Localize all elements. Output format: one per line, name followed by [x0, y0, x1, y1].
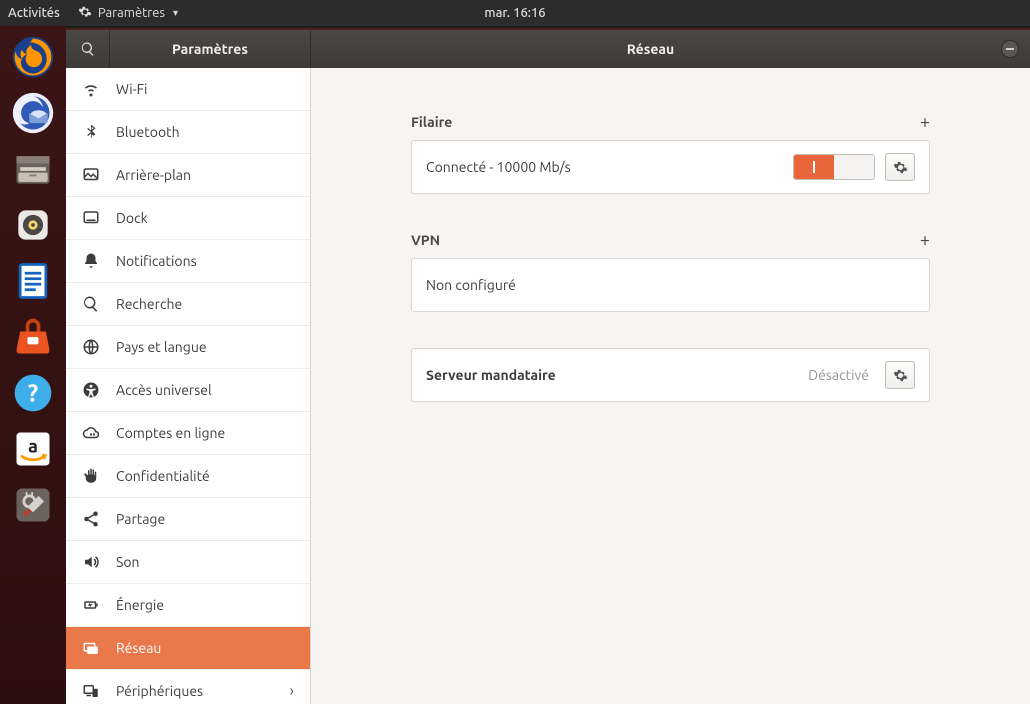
- add-vpn-button[interactable]: +: [920, 230, 930, 250]
- sidebar-item-label: Périphériques: [116, 683, 274, 699]
- devices-icon: [82, 682, 100, 700]
- proxy-card: Serveur mandataire Désactivé: [411, 348, 930, 402]
- sidebar-item-label: Énergie: [116, 597, 294, 613]
- search-icon: [80, 41, 96, 57]
- proxy-row: Serveur mandataire Désactivé: [412, 349, 929, 401]
- wired-status: Connecté - 10000 Mb/s: [426, 159, 783, 175]
- sidebar-search-button[interactable]: [66, 30, 110, 68]
- proxy-label: Serveur mandataire: [426, 367, 798, 383]
- dock-icon: [82, 209, 100, 227]
- bluetooth-icon: [82, 123, 100, 141]
- sidebar-item-notifications[interactable]: Notifications: [66, 240, 310, 283]
- wired-section-header: Filaire +: [411, 112, 930, 132]
- launcher-writer[interactable]: [8, 256, 58, 306]
- cloud-icon: [82, 424, 100, 442]
- proxy-status: Désactivé: [808, 367, 869, 383]
- sidebar-title: Paramètres: [110, 30, 311, 68]
- accessibility-icon: [82, 381, 100, 399]
- sidebar-item-label: Son: [116, 554, 294, 570]
- hand-icon: [82, 467, 100, 485]
- vpn-status: Non configuré: [426, 277, 915, 293]
- svg-text:?: ?: [28, 379, 38, 406]
- sidebar-item-power[interactable]: Énergie: [66, 584, 310, 627]
- launcher-rhythmbox[interactable]: [8, 200, 58, 250]
- sidebar-item-search[interactable]: Recherche: [66, 283, 310, 326]
- gear-icon: [78, 5, 92, 22]
- launcher-dock: ? a: [0, 26, 66, 704]
- sidebar-item-devices[interactable]: Périphériques ›: [66, 670, 310, 704]
- svg-text:a: a: [28, 437, 38, 457]
- wired-settings-button[interactable]: [885, 153, 915, 181]
- network-icon: [82, 639, 100, 657]
- appmenu-label: Paramètres: [98, 6, 165, 20]
- wired-title: Filaire: [411, 114, 452, 130]
- launcher-files[interactable]: [8, 144, 58, 194]
- sidebar-item-online-accounts[interactable]: Comptes en ligne: [66, 412, 310, 455]
- sidebar-item-region[interactable]: Pays et langue: [66, 326, 310, 369]
- titlebar: Paramètres Réseau: [66, 30, 1030, 68]
- vpn-card: Non configuré: [411, 258, 930, 312]
- sidebar-item-sharing[interactable]: Partage: [66, 498, 310, 541]
- settings-sidebar: Wi-Fi Bluetooth Arrière-plan Dock Notifi…: [66, 68, 311, 704]
- search-icon: [82, 295, 100, 313]
- activities-button[interactable]: Activités: [8, 6, 60, 20]
- launcher-amazon[interactable]: a: [8, 424, 58, 474]
- minimize-button[interactable]: [990, 30, 1030, 68]
- appmenu-button[interactable]: Paramètres ▾: [78, 5, 178, 22]
- panel-title: Réseau: [311, 30, 990, 68]
- sidebar-item-label: Comptes en ligne: [116, 425, 294, 441]
- launcher-thunderbird[interactable]: [8, 88, 58, 138]
- vpn-row: Non configuré: [412, 259, 929, 311]
- sidebar-item-accessibility[interactable]: Accès universel: [66, 369, 310, 412]
- sidebar-item-label: Notifications: [116, 253, 294, 269]
- add-wired-button[interactable]: +: [920, 112, 930, 132]
- settings-window: Paramètres Réseau Wi-Fi Bluetooth Arrièr…: [66, 28, 1030, 704]
- sidebar-item-label: Recherche: [116, 296, 294, 312]
- launcher-software[interactable]: [8, 312, 58, 362]
- sidebar-item-label: Pays et langue: [116, 339, 294, 355]
- sidebar-item-sound[interactable]: Son: [66, 541, 310, 584]
- gear-icon: [893, 160, 908, 175]
- gear-icon: [893, 368, 908, 383]
- share-icon: [82, 510, 100, 528]
- sidebar-item-label: Dock: [116, 210, 294, 226]
- bell-icon: [82, 252, 100, 270]
- sidebar-item-wifi[interactable]: Wi-Fi: [66, 68, 310, 111]
- launcher-firefox[interactable]: [8, 32, 58, 82]
- wired-card: Connecté - 10000 Mb/s: [411, 140, 930, 194]
- launcher-help[interactable]: ?: [8, 368, 58, 418]
- sidebar-item-label: Accès universel: [116, 382, 294, 398]
- sidebar-item-label: Arrière-plan: [116, 167, 294, 183]
- sidebar-item-label: Wi-Fi: [116, 81, 294, 97]
- wired-toggle[interactable]: [793, 154, 875, 180]
- vpn-title: VPN: [411, 232, 440, 248]
- wired-row: Connecté - 10000 Mb/s: [412, 141, 929, 193]
- caret-down-icon: ▾: [173, 7, 178, 19]
- battery-icon: [82, 596, 100, 614]
- sidebar-item-dock[interactable]: Dock: [66, 197, 310, 240]
- sidebar-item-bluetooth[interactable]: Bluetooth: [66, 111, 310, 154]
- background-icon: [82, 166, 100, 184]
- launcher-settings[interactable]: [8, 480, 58, 530]
- sidebar-item-label: Bluetooth: [116, 124, 294, 140]
- globe-icon: [82, 338, 100, 356]
- clock[interactable]: mar. 16:16: [484, 6, 545, 20]
- wifi-icon: [82, 80, 100, 98]
- sound-icon: [82, 553, 100, 571]
- vpn-section-header: VPN +: [411, 230, 930, 250]
- sidebar-item-label: Confidentialité: [116, 468, 294, 484]
- sidebar-item-network[interactable]: Réseau: [66, 627, 310, 670]
- network-panel: Filaire + Connecté - 10000 Mb/s VPN +: [311, 68, 1030, 704]
- sidebar-item-label: Réseau: [116, 640, 294, 656]
- sidebar-item-privacy[interactable]: Confidentialité: [66, 455, 310, 498]
- system-topbar: Activités Paramètres ▾ mar. 16:16: [0, 0, 1030, 26]
- sidebar-item-label: Partage: [116, 511, 294, 527]
- sidebar-item-background[interactable]: Arrière-plan: [66, 154, 310, 197]
- chevron-right-icon: ›: [290, 682, 295, 700]
- proxy-settings-button[interactable]: [885, 361, 915, 389]
